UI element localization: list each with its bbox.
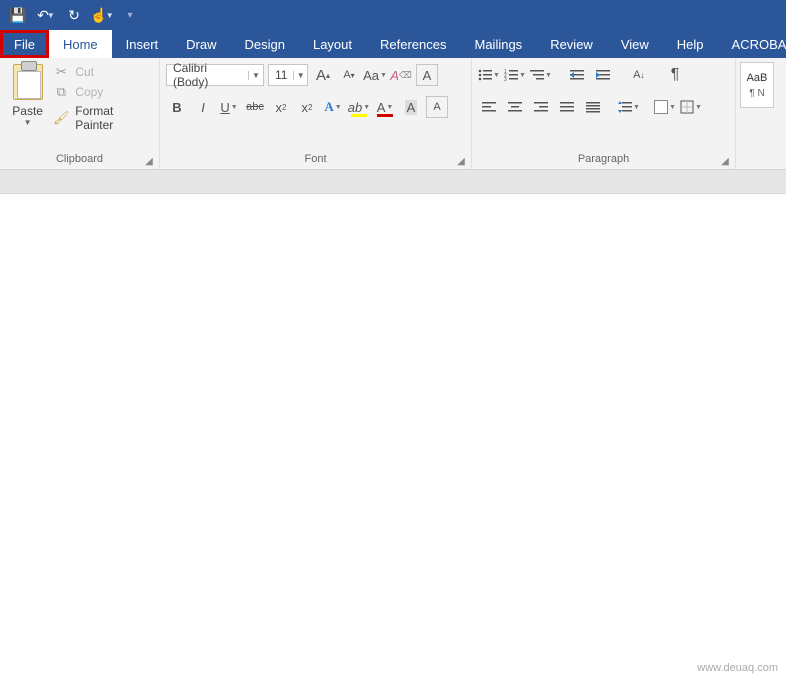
distributed-button[interactable] — [582, 96, 604, 118]
group-paragraph: ▼ 123▼ ▼ A↓ ¶ — [472, 58, 736, 169]
watermark-text: www.deuaq.com — [697, 662, 778, 674]
shrink-font-button[interactable]: A▾ — [338, 64, 360, 86]
paste-dropdown-icon[interactable]: ▼ — [24, 118, 32, 127]
align-center-button[interactable] — [504, 96, 526, 118]
format-painter-button[interactable]: 🖌Format Painter — [53, 104, 153, 132]
bold-button[interactable]: B — [166, 96, 188, 118]
font-size-combo[interactable]: 11▼ — [268, 64, 308, 86]
ribbon: Paste ▼ ✂Cut ⧉Copy 🖌Format Painter Clipb… — [0, 58, 786, 170]
style-preview-text: AaB — [747, 72, 768, 84]
tab-layout[interactable]: Layout — [299, 30, 366, 58]
document-page[interactable] — [0, 194, 786, 680]
style-name-text: ¶ N — [749, 88, 764, 99]
scissors-icon: ✂ — [53, 64, 69, 80]
bullets-button[interactable]: ▼ — [478, 64, 500, 86]
clipboard-dialog-launcher[interactable]: ◢ — [143, 155, 155, 167]
paste-label: Paste — [12, 104, 43, 118]
underline-button[interactable]: U▼ — [218, 96, 240, 118]
highlight-button[interactable]: ab▼ — [348, 96, 370, 118]
tab-help[interactable]: Help — [663, 30, 718, 58]
align-right-button[interactable] — [530, 96, 552, 118]
align-left-button[interactable] — [478, 96, 500, 118]
paste-icon — [13, 64, 43, 100]
redo-button[interactable]: ↻ — [62, 3, 86, 27]
cut-button[interactable]: ✂Cut — [53, 64, 153, 80]
tab-design[interactable]: Design — [231, 30, 299, 58]
undo-button[interactable]: ↶▼ — [34, 3, 58, 27]
justify-button[interactable] — [556, 96, 578, 118]
font-color-button[interactable]: A▼ — [374, 96, 396, 118]
clear-formatting-button[interactable]: A⌫ — [390, 64, 412, 86]
tab-review[interactable]: Review — [536, 30, 607, 58]
text-effects-button[interactable]: A▼ — [322, 96, 344, 118]
strikethrough-button[interactable]: abc — [244, 96, 266, 118]
font-dialog-launcher[interactable]: ◢ — [455, 155, 467, 167]
group-font: Calibri (Body)▼ 11▼ A▴ A▾ Aa▼ A⌫ A B I U… — [160, 58, 472, 169]
paragraph-dialog-launcher[interactable]: ◢ — [719, 155, 731, 167]
copy-button[interactable]: ⧉Copy — [53, 84, 153, 100]
superscript-button[interactable]: x2 — [296, 96, 318, 118]
enclose-characters-button[interactable]: A — [426, 96, 448, 118]
grow-font-button[interactable]: A▴ — [312, 64, 334, 86]
group-label-paragraph: Paragraph — [578, 153, 629, 165]
group-label-clipboard: Clipboard — [56, 153, 103, 165]
touch-mode-button[interactable]: ☝▼ — [90, 3, 114, 27]
tab-acrobat[interactable]: ACROBAT — [718, 30, 786, 58]
increase-indent-button[interactable] — [592, 64, 614, 86]
tab-view[interactable]: View — [607, 30, 663, 58]
decrease-indent-button[interactable] — [566, 64, 588, 86]
group-styles: AaB ¶ N — [736, 58, 786, 169]
tab-home[interactable]: Home — [49, 30, 112, 58]
qat-customize-button[interactable]: ▾ — [118, 3, 142, 27]
save-button[interactable]: 💾 — [6, 3, 30, 27]
character-shading-button[interactable]: A — [400, 96, 422, 118]
font-family-combo[interactable]: Calibri (Body)▼ — [166, 64, 264, 86]
ruler-area — [0, 170, 786, 194]
numbering-button[interactable]: 123▼ — [504, 64, 526, 86]
tab-file[interactable]: File — [0, 30, 49, 58]
change-case-button[interactable]: Aa▼ — [364, 64, 386, 86]
group-label-font: Font — [304, 153, 326, 165]
tab-mailings[interactable]: Mailings — [461, 30, 537, 58]
italic-button[interactable]: I — [192, 96, 214, 118]
borders-button[interactable]: ▼ — [680, 96, 702, 118]
paintbrush-icon: 🖌 — [53, 110, 69, 126]
tab-draw[interactable]: Draw — [172, 30, 230, 58]
tab-references[interactable]: References — [366, 30, 460, 58]
ribbon-tabstrip: File Home Insert Draw Design Layout Refe… — [0, 30, 786, 58]
paste-button[interactable]: Paste ▼ — [6, 62, 49, 149]
show-paragraph-marks-button[interactable]: ¶ — [664, 64, 686, 86]
character-border-button[interactable]: A — [416, 64, 438, 86]
tab-insert[interactable]: Insert — [112, 30, 173, 58]
group-clipboard: Paste ▼ ✂Cut ⧉Copy 🖌Format Painter Clipb… — [0, 58, 160, 169]
line-spacing-button[interactable]: ▼ — [618, 96, 640, 118]
copy-icon: ⧉ — [53, 84, 69, 100]
sort-button[interactable]: A↓ — [628, 64, 650, 86]
style-normal[interactable]: AaB ¶ N — [740, 62, 774, 108]
quick-access-toolbar: 💾 ↶▼ ↻ ☝▼ ▾ — [0, 0, 786, 30]
shading-button[interactable]: ▼ — [654, 96, 676, 118]
svg-text:3: 3 — [504, 77, 507, 82]
subscript-button[interactable]: x2 — [270, 96, 292, 118]
multilevel-list-button[interactable]: ▼ — [530, 64, 552, 86]
